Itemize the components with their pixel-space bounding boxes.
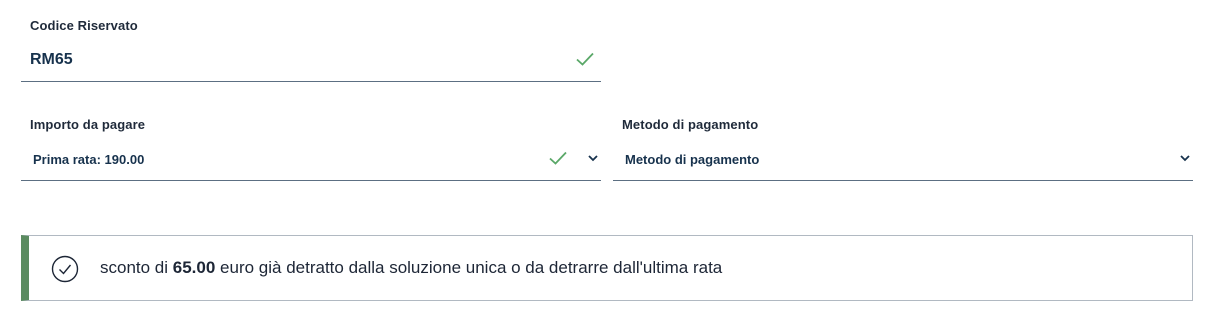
- metodo-pagamento-value: Metodo di pagamento: [625, 152, 760, 167]
- importo-select[interactable]: Prima rata: 190.00: [21, 141, 601, 181]
- importo-value: Prima rata: 190.00: [33, 152, 145, 167]
- discount-alert-message: sconto di 65.00 euro già detratto dalla …: [100, 258, 722, 278]
- check-icon: [576, 52, 594, 66]
- discount-amount: 65.00: [172, 258, 216, 277]
- check-circle-icon: [51, 255, 79, 283]
- metodo-pagamento-label: Metodo di pagamento: [622, 117, 759, 132]
- codice-riservato-value[interactable]: RM65: [30, 51, 73, 69]
- check-icon: [549, 151, 567, 165]
- codice-riservato-label: Codice Riservato: [30, 18, 138, 33]
- chevron-down-icon[interactable]: [588, 155, 598, 162]
- importo-label: Importo da pagare: [30, 117, 146, 132]
- alert-text-before: sconto di: [100, 258, 173, 277]
- discount-alert: sconto di 65.00 euro già detratto dalla …: [21, 235, 1193, 301]
- chevron-down-icon[interactable]: [1180, 155, 1190, 162]
- codice-riservato-field[interactable]: RM65: [21, 42, 601, 82]
- alert-text-after: euro già detratto dalla soluzione unica …: [215, 258, 723, 277]
- metodo-pagamento-select[interactable]: Metodo di pagamento: [613, 141, 1193, 181]
